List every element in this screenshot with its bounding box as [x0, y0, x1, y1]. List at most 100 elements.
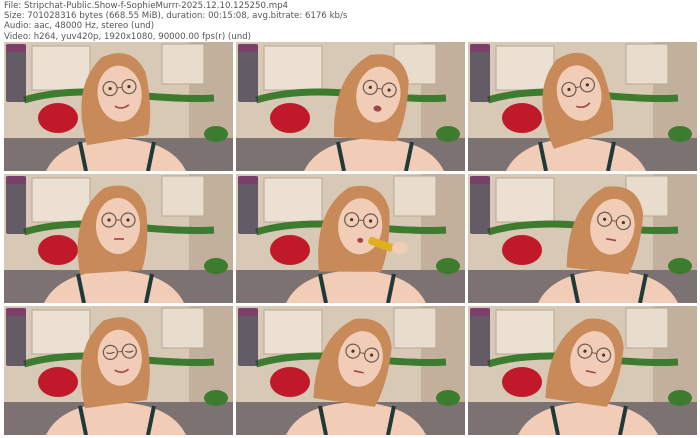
wall-art	[161, 175, 205, 217]
panel-slot	[238, 212, 258, 223]
panel-slot	[238, 331, 258, 342]
stream-side-panel	[470, 176, 490, 234]
plant	[204, 258, 228, 274]
panel-slot	[6, 344, 26, 355]
plant	[668, 390, 692, 406]
glasses-bridge	[377, 87, 383, 90]
wall-art	[31, 177, 91, 223]
stream-side-panel	[238, 308, 258, 366]
panel-slot	[470, 212, 490, 223]
panel-slot	[6, 357, 26, 368]
wall-art	[263, 45, 323, 91]
panel-slot	[470, 67, 490, 78]
frame-scene	[236, 306, 465, 435]
video-frame-thumbnail	[236, 306, 465, 435]
panel-slot	[470, 331, 490, 342]
panel-slot	[6, 186, 26, 197]
wall-art	[31, 45, 91, 91]
panel-slot	[6, 176, 26, 184]
plant	[668, 258, 692, 274]
wall-art	[263, 177, 323, 223]
panel-slot	[238, 44, 258, 52]
glasses-bridge	[116, 86, 123, 89]
wall-art	[495, 309, 555, 355]
panel-slot	[6, 44, 26, 52]
panel-slot	[470, 186, 490, 197]
video-frame-thumbnail	[4, 306, 233, 435]
frame-scene	[236, 174, 465, 303]
red-pillow	[502, 103, 542, 133]
wall-art	[495, 177, 555, 223]
panel-slot	[470, 344, 490, 355]
video-frame-thumbnail	[468, 174, 697, 303]
frame-scene	[4, 174, 233, 303]
wall-art	[161, 307, 205, 349]
video-frame-thumbnail	[468, 42, 697, 171]
wall-art	[393, 175, 437, 217]
panel-slot	[6, 308, 26, 316]
plant	[436, 258, 460, 274]
panel-slot	[470, 80, 490, 91]
panel-slot	[238, 225, 258, 236]
panel-slot	[470, 54, 490, 65]
wall-art	[263, 309, 323, 355]
file-info-header: File: Stripchat-Public.Show-f-SophieMurr…	[4, 1, 696, 42]
audio-info-line: Audio: aac, 48000 Hz, stereo (und)	[4, 21, 155, 32]
stream-side-panel	[238, 176, 258, 234]
face	[96, 198, 140, 254]
wall-art	[393, 307, 437, 349]
panel-slot	[6, 54, 26, 65]
frame-scene	[468, 42, 697, 171]
hand	[392, 242, 408, 254]
frame-scene	[236, 42, 465, 171]
panel-slot	[470, 357, 490, 368]
plant	[204, 390, 228, 406]
wall-art	[161, 43, 205, 85]
panel-slot	[238, 54, 258, 65]
red-pillow	[270, 367, 310, 397]
wall-art	[31, 309, 91, 355]
plant	[436, 126, 460, 142]
plant	[436, 390, 460, 406]
frame-scene	[468, 174, 697, 303]
video-info-line: Video: h264, yuv420p, 1920x1080, 90000.0…	[4, 31, 251, 42]
stream-side-panel	[238, 44, 258, 102]
red-pillow	[38, 103, 78, 133]
frame-scene	[468, 306, 697, 435]
panel-slot	[6, 93, 26, 104]
panel-slot	[238, 80, 258, 91]
stream-side-panel	[470, 44, 490, 102]
panel-slot	[470, 44, 490, 52]
stream-side-panel	[6, 308, 26, 366]
panel-slot	[470, 199, 490, 210]
panel-slot	[238, 318, 258, 329]
panel-slot	[6, 212, 26, 223]
panel-slot	[470, 176, 490, 184]
frame-scene	[4, 306, 233, 435]
wall-art	[625, 43, 669, 85]
panel-slot	[238, 176, 258, 184]
video-frame-thumbnail	[236, 42, 465, 171]
panel-slot	[238, 357, 258, 368]
panel-slot	[6, 199, 26, 210]
panel-slot	[238, 93, 258, 104]
size-duration-line: Size: 701028316 bytes (668.55 MiB), dura…	[4, 11, 348, 22]
stream-side-panel	[6, 176, 26, 234]
stream-side-panel	[6, 44, 26, 102]
plant	[204, 126, 228, 142]
frame-scene	[4, 42, 233, 171]
eye	[107, 218, 111, 222]
red-pillow	[502, 235, 542, 265]
red-pillow	[270, 235, 310, 265]
red-pillow	[38, 235, 78, 265]
red-pillow	[270, 103, 310, 133]
panel-slot	[238, 67, 258, 78]
panel-slot	[470, 308, 490, 316]
panel-slot	[238, 186, 258, 197]
panel-slot	[6, 80, 26, 91]
red-pillow	[502, 367, 542, 397]
panel-slot	[6, 225, 26, 236]
red-pillow	[38, 367, 78, 397]
plant	[668, 126, 692, 142]
eye	[126, 218, 130, 222]
